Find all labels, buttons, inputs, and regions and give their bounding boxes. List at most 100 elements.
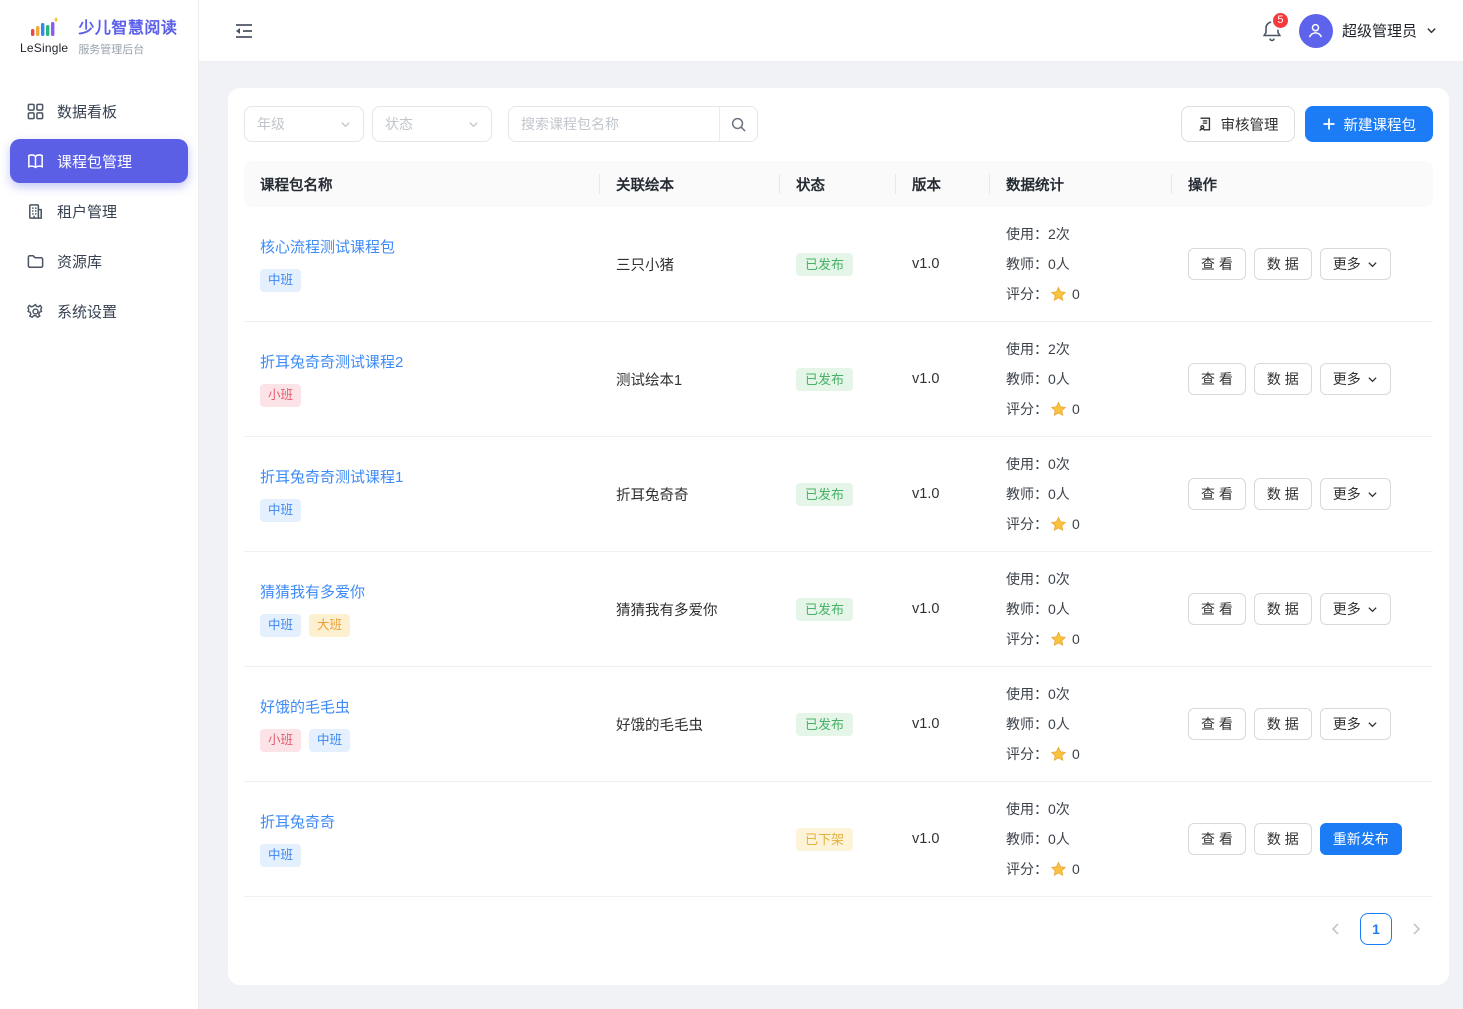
notification-bell[interactable]: 5 <box>1261 19 1283 43</box>
user-menu[interactable]: 超级管理员 <box>1299 14 1437 48</box>
rating-stat: 评分：0 <box>1006 854 1172 884</box>
prev-page-icon[interactable] <box>1329 922 1343 936</box>
sidebar-item-course-packages[interactable]: 课程包管理 <box>10 139 188 183</box>
teacher-stat: 教师：0人 <box>1006 364 1172 394</box>
page-number[interactable]: 1 <box>1360 913 1392 945</box>
menu-fold-icon[interactable] <box>233 20 255 42</box>
data-button[interactable]: 数 据 <box>1254 363 1312 395</box>
chevron-down-icon <box>468 119 479 130</box>
republish-button[interactable]: 重新发布 <box>1320 823 1402 855</box>
data-button[interactable]: 数 据 <box>1254 248 1312 280</box>
star-icon <box>1050 861 1067 878</box>
sidebar-item-label: 数据看板 <box>57 101 117 122</box>
view-button[interactable]: 查 看 <box>1188 363 1246 395</box>
usage-stat: 使用：0次 <box>1006 564 1172 594</box>
data-button[interactable]: 数 据 <box>1254 478 1312 510</box>
chevron-down-icon <box>1367 374 1378 385</box>
package-name-link[interactable]: 猜猜我有多爱你 <box>260 581 365 602</box>
package-name-link[interactable]: 折耳兔奇奇测试课程1 <box>260 466 403 487</box>
version-text: v1.0 <box>896 601 990 617</box>
column-header-actions: 操作 <box>1172 161 1433 207</box>
chevron-down-icon <box>1367 604 1378 615</box>
sidebar-item-settings[interactable]: 系统设置 <box>10 289 188 333</box>
view-button[interactable]: 查 看 <box>1188 478 1246 510</box>
status-badge: 已下架 <box>796 828 853 851</box>
header-right: 5 超级管理员 <box>1261 14 1437 48</box>
grade-tag: 中班 <box>260 499 301 521</box>
column-header-book: 关联绘本 <box>600 161 780 207</box>
sidebar-item-resources[interactable]: 资源库 <box>10 239 188 283</box>
view-button[interactable]: 查 看 <box>1188 708 1246 740</box>
more-button[interactable]: 更多 <box>1320 708 1391 740</box>
grade-tag: 中班 <box>260 614 301 636</box>
building-icon <box>26 202 45 221</box>
package-name-link[interactable]: 折耳兔奇奇 <box>260 811 335 832</box>
stats-block: 使用：0次 教师：0人 评分：0 <box>990 794 1172 884</box>
package-name-link[interactable]: 折耳兔奇奇测试课程2 <box>260 351 403 372</box>
package-name-link[interactable]: 好饿的毛毛虫 <box>260 696 350 717</box>
related-book: 折耳兔奇奇 <box>600 484 780 505</box>
dashboard-icon <box>26 102 45 121</box>
filters: 年级 状态 <box>244 106 758 142</box>
sidebar-item-label: 资源库 <box>57 251 102 272</box>
related-book: 测试绘本1 <box>600 369 780 390</box>
package-name-link[interactable]: 核心流程测试课程包 <box>260 236 395 257</box>
usage-stat: 使用：0次 <box>1006 679 1172 709</box>
stats-block: 使用：0次 教师：0人 评分：0 <box>990 564 1172 654</box>
stats-block: 使用：2次 教师：0人 评分：0 <box>990 334 1172 424</box>
logo-bars-icon <box>27 16 61 40</box>
related-book: 猜猜我有多爱你 <box>600 599 780 620</box>
search-input[interactable] <box>509 107 719 141</box>
table-row: 折耳兔奇奇 中班 已下架 v1.0 使用：0次 教师：0人 评分：0 查 看 数… <box>244 782 1433 897</box>
sidebar-menu: 数据看板 课程包管理 租户管理 资源库 <box>0 71 198 333</box>
view-button[interactable]: 查 看 <box>1188 823 1246 855</box>
notification-badge: 5 <box>1271 11 1290 30</box>
filter-toolbar: 年级 状态 <box>244 106 1433 142</box>
rating-stat: 评分：0 <box>1006 624 1172 654</box>
version-text: v1.0 <box>896 371 990 387</box>
status-filter-select[interactable]: 状态 <box>372 106 492 142</box>
teacher-stat: 教师：0人 <box>1006 249 1172 279</box>
column-header-stats: 数据统计 <box>990 161 1172 207</box>
table-row: 核心流程测试课程包 中班 三只小猪 已发布 v1.0 使用：2次 教师：0人 评… <box>244 207 1433 322</box>
brand-area: LeSingle 少儿智慧阅读 服务管理后台 <box>0 0 198 71</box>
grade-tag: 中班 <box>260 269 301 291</box>
sidebar-item-label: 租户管理 <box>57 201 117 222</box>
more-button[interactable]: 更多 <box>1320 363 1391 395</box>
data-button[interactable]: 数 据 <box>1254 708 1312 740</box>
usage-stat: 使用：2次 <box>1006 219 1172 249</box>
column-header-name: 课程包名称 <box>244 161 600 207</box>
next-page-icon[interactable] <box>1409 922 1423 936</box>
grade-filter-select[interactable]: 年级 <box>244 106 364 142</box>
usage-stat: 使用：2次 <box>1006 334 1172 364</box>
view-button[interactable]: 查 看 <box>1188 248 1246 280</box>
teacher-stat: 教师：0人 <box>1006 594 1172 624</box>
more-button[interactable]: 更多 <box>1320 478 1391 510</box>
view-button[interactable]: 查 看 <box>1188 593 1246 625</box>
star-icon <box>1050 631 1067 648</box>
sidebar-item-tenants[interactable]: 租户管理 <box>10 189 188 233</box>
folder-icon <box>26 252 45 271</box>
create-package-button[interactable]: 新建课程包 <box>1305 106 1434 142</box>
table-row: 好饿的毛毛虫 小班 中班 好饿的毛毛虫 已发布 v1.0 使用：0次 教师：0人… <box>244 667 1433 782</box>
version-text: v1.0 <box>896 486 990 502</box>
star-icon <box>1050 746 1067 763</box>
sidebar-item-dashboard[interactable]: 数据看板 <box>10 89 188 133</box>
toolbar-actions: 审核管理 新建课程包 <box>1181 106 1434 142</box>
grade-tag: 小班 <box>260 729 301 751</box>
data-button[interactable]: 数 据 <box>1254 823 1312 855</box>
search-button[interactable] <box>719 107 757 141</box>
gear-icon <box>26 302 45 321</box>
audit-manage-button[interactable]: 审核管理 <box>1181 106 1295 142</box>
grade-tag: 小班 <box>260 384 301 406</box>
column-header-status: 状态 <box>780 161 896 207</box>
top-header: 5 超级管理员 <box>199 0 1463 62</box>
status-badge: 已发布 <box>796 713 853 736</box>
app-window: LeSingle 少儿智慧阅读 服务管理后台 数据看板 课程包管理 <box>0 0 1463 1009</box>
more-button[interactable]: 更多 <box>1320 248 1391 280</box>
version-text: v1.0 <box>896 716 990 732</box>
grade-filter-placeholder: 年级 <box>257 114 285 134</box>
data-button[interactable]: 数 据 <box>1254 593 1312 625</box>
more-button[interactable]: 更多 <box>1320 593 1391 625</box>
status-badge: 已发布 <box>796 483 853 506</box>
